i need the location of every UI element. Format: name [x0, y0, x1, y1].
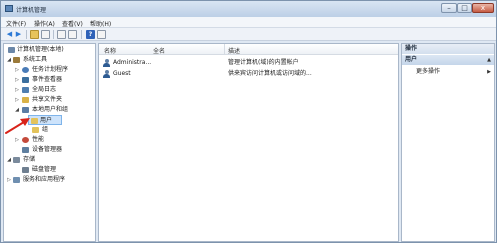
computer-management-icon [5, 5, 13, 12]
column-header-description[interactable]: 描述 [228, 46, 240, 55]
tree-item-label: 事件查看器 [32, 76, 63, 83]
user-name: Administra... [113, 59, 152, 66]
collapse-arrow-icon[interactable]: ◢ [14, 105, 20, 115]
actions-pane: 操作 用户 ▲ 更多操作 ▶ [401, 43, 495, 242]
computer-management-window: 计算机管理 – □ x 文件(F) 操作(A) 查看(V) 帮助(H) ◀ ▶ … [0, 0, 497, 243]
refresh-icon[interactable] [57, 30, 66, 39]
tree-item-label: 全局日志 [32, 86, 57, 93]
back-arrow-icon[interactable]: ◀ [5, 30, 14, 39]
more-actions-item[interactable]: 更多操作 ▶ [402, 67, 494, 77]
toolbar: ◀ ▶ ? [1, 28, 496, 41]
toolbar-separator [26, 30, 27, 39]
user-name: Guest [113, 70, 131, 77]
list-header: 名称 全名 描述 [99, 44, 398, 55]
console-tree: 计算机管理(本地) ◢ 系统工具 ▷ 任务计划程序 ▷ 事件查看器 ▷ 全局日志… [3, 43, 96, 242]
collapse-arrow-icon[interactable]: ◢ [6, 55, 12, 65]
tree-item-performance[interactable]: ▷ 性能 [5, 135, 95, 145]
tree-item-label: 本地用户和组 [32, 106, 69, 113]
maximize-button[interactable]: □ [457, 3, 472, 13]
tree-item-label: 系统工具 [23, 56, 48, 63]
tree-item-label: 性能 [32, 136, 45, 143]
expand-arrow-icon[interactable]: ▷ [14, 135, 20, 145]
clock-icon [22, 67, 29, 73]
more-actions-label: 更多操作 [416, 68, 441, 75]
actions-section-label: 用户 [405, 56, 418, 63]
user-description: 管理计算机(域)的内置帐户 [228, 59, 299, 66]
performance-icon [22, 137, 29, 143]
list-row-administrator[interactable]: Administra... 管理计算机(域)的内置帐户 [99, 58, 398, 68]
list-row-guest[interactable]: Guest 供来宾访问计算机或访问域的... [99, 69, 398, 79]
tree-item-label: 计算机管理(本地) [17, 46, 64, 53]
event-viewer-icon [22, 77, 29, 83]
tree-item-global-log[interactable]: ▷ 全局日志 [5, 85, 95, 95]
users-icon [22, 107, 29, 113]
tree-item-local-users-groups[interactable]: ◢ 本地用户和组 [5, 105, 95, 115]
expand-arrow-icon[interactable]: ▷ [14, 95, 20, 105]
forward-arrow-icon[interactable]: ▶ [14, 30, 23, 39]
actions-section-users[interactable]: 用户 ▲ [402, 55, 494, 65]
menu-file[interactable]: 文件(F) [6, 19, 26, 28]
column-header-name[interactable]: 名称 [104, 46, 116, 55]
folder-icon [31, 118, 38, 124]
storage-icon [13, 157, 20, 163]
actions-header: 操作 [402, 44, 494, 54]
tree-item-label: 服务和应用程序 [23, 176, 66, 183]
tree-item-label: 任务计划程序 [32, 66, 69, 73]
expand-arrow-icon[interactable]: ▷ [14, 75, 20, 85]
tree-item-label: 磁盘管理 [32, 166, 57, 173]
tree-item-label: 组 [42, 126, 49, 133]
menu-bar: 文件(F) 操作(A) 查看(V) 帮助(H) [1, 17, 496, 28]
tree-item-disk-management[interactable]: 磁盘管理 [5, 165, 95, 175]
collapse-arrow-icon[interactable]: ◢ [6, 155, 12, 165]
user-icon [103, 70, 110, 78]
expand-arrow-icon[interactable]: ▷ [14, 85, 20, 95]
menu-action[interactable]: 操作(A) [34, 19, 55, 28]
tree-item-storage[interactable]: ◢ 存储 [5, 155, 95, 165]
expand-arrow-icon[interactable]: ▷ [6, 175, 12, 185]
shared-folder-icon [22, 97, 29, 103]
column-header-fullname[interactable]: 全名 [153, 46, 165, 55]
show-hide-tree-icon[interactable] [41, 30, 50, 39]
menu-view[interactable]: 查看(V) [62, 19, 83, 28]
tree-item-users[interactable]: 用户 [28, 115, 62, 125]
user-icon [103, 59, 110, 67]
disk-icon [22, 167, 29, 173]
collapse-arrow-icon[interactable]: ▲ [487, 55, 491, 65]
toolbar-separator [53, 30, 54, 39]
log-icon [22, 87, 29, 93]
tree-item-device-manager[interactable]: 设备管理器 [5, 145, 95, 155]
tree-item-task-scheduler[interactable]: ▷ 任务计划程序 [5, 65, 95, 75]
title-bar: 计算机管理 – □ x [1, 1, 496, 17]
window-title: 计算机管理 [16, 7, 47, 14]
close-button[interactable]: x [472, 3, 494, 13]
users-list: 名称 全名 描述 Administra... 管理计算机(域)的内置帐户 Gue… [98, 43, 399, 242]
minimize-button[interactable]: – [441, 3, 457, 13]
export-list-icon[interactable] [68, 30, 77, 39]
user-description: 供来宾访问计算机或访问域的... [228, 70, 312, 77]
help-icon[interactable]: ? [86, 30, 95, 39]
menu-help[interactable]: 帮助(H) [90, 19, 111, 28]
column-divider[interactable] [224, 44, 225, 55]
tree-item-shared-folders[interactable]: ▷ 共享文件夹 [5, 95, 95, 105]
up-folder-icon[interactable] [30, 30, 39, 39]
tree-item-services-applications[interactable]: ▷ 服务和应用程序 [5, 175, 95, 185]
submenu-arrow-icon: ▶ [487, 69, 491, 75]
tree-item-label: 设备管理器 [32, 146, 63, 153]
toolbar-separator [81, 30, 82, 39]
tree-item-groups[interactable]: 组 [5, 125, 95, 135]
tools-icon [13, 57, 20, 63]
tree-item-event-viewer[interactable]: ▷ 事件查看器 [5, 75, 95, 85]
expand-arrow-icon[interactable]: ▷ [14, 65, 20, 75]
device-manager-icon [22, 147, 29, 153]
tree-item-computer-management[interactable]: 计算机管理(本地) [5, 45, 95, 55]
properties-icon[interactable] [97, 30, 106, 39]
tree-item-label: 共享文件夹 [32, 96, 63, 103]
tree-item-label: 存储 [23, 156, 36, 163]
computer-icon [8, 47, 15, 53]
services-icon [13, 177, 20, 183]
folder-icon [32, 127, 39, 133]
tree-item-system-tools[interactable]: ◢ 系统工具 [5, 55, 95, 65]
